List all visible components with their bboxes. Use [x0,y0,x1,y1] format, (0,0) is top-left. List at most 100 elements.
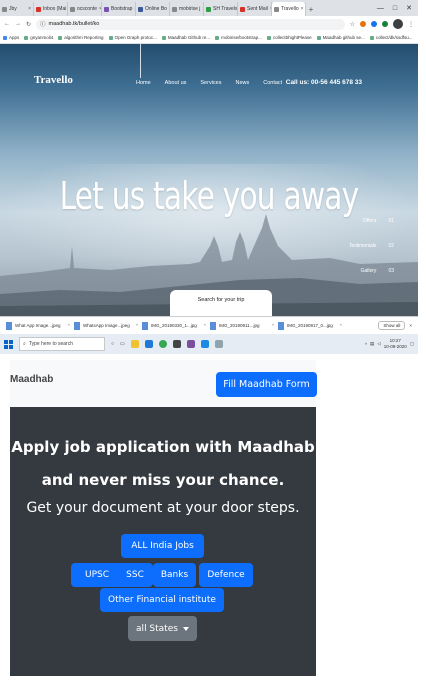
bookmark-item[interactable]: Open Graph protoc... [108,35,157,40]
bookmark-apps[interactable]: Apps [3,35,19,40]
maadhab-navbar: Maadhab Fill Maadhab Form [10,360,317,407]
bookmark-item[interactable]: Maadhab github se... [316,35,365,40]
download-item[interactable]: WhatsApp Image...jpeg ^ [74,321,138,330]
forward-icon[interactable]: → [15,21,21,27]
headline-line-2: and never miss your chance. [41,471,285,489]
cortana-icon[interactable]: ○ [111,341,114,347]
network-icon[interactable]: ▤ [370,341,374,347]
bookmark-item[interactable]: collectbhightPlease [266,35,312,40]
image-file-icon [142,321,148,330]
new-tab-button[interactable]: + [306,2,316,16]
profile-avatar[interactable] [393,19,403,29]
extension-icon[interactable] [382,21,388,27]
close-tab-icon[interactable]: × [28,6,31,12]
browser-tab[interactable]: mobirise j× [170,2,204,16]
minimize-button[interactable]: — [377,5,384,12]
all-india-jobs-button[interactable]: ALL India Jobs [121,534,204,558]
image-file-icon [74,321,80,330]
bookmark-item[interactable]: collect/dk/ssdfsu... [369,35,412,40]
bookmark-item[interactable]: gnyanmoli4 [24,35,53,40]
stat-row[interactable]: Testimonials 02 [349,243,394,249]
browser-tab[interactable]: SH Travels× [204,2,238,16]
star-icon[interactable]: ☆ [350,21,355,28]
screenshot-browser-window: Jby× Inbox (Mai× ocsconte× Bootstrap× On… [0,0,418,356]
volume-icon[interactable]: ◁ [377,341,380,347]
close-tab-icon[interactable]: × [301,6,304,12]
chevron-up-icon[interactable]: ^ [365,342,367,347]
caret-down-icon [182,626,189,631]
vscode-icon[interactable] [144,340,153,348]
tab-favicon-icon [240,6,245,12]
extension-icon[interactable] [360,21,366,27]
browser-tab[interactable]: Online Bo× [136,2,170,16]
search-icon: ⌕ [23,341,26,347]
taskbar-search-input[interactable]: ⌕ Type here to search [19,337,105,351]
nav-divider [140,44,141,78]
bookmark-item[interactable]: algorithm Reporting [58,35,104,40]
window-controls: — □ ✕ [377,0,418,16]
banks-button[interactable]: Banks [153,563,196,587]
download-item[interactable]: IMG_20190330_1...jpg ^ [142,321,206,330]
other-financial-institute-button[interactable]: Other Financial institute [100,588,224,612]
chevron-up-icon: ^ [271,323,274,328]
browser-tab[interactable]: ocsconte × [68,2,102,16]
browser-tab[interactable]: Sent Mail× [238,2,272,16]
browser-tab-active[interactable]: Travello × [272,2,306,16]
app-icon[interactable] [214,340,223,348]
fill-form-button[interactable]: Fill Maadhab Form [216,372,317,397]
windows-start-icon[interactable] [4,339,13,349]
file-explorer-icon[interactable] [130,340,139,348]
subline: Get your document at your door steps. [26,500,300,516]
all-states-dropdown[interactable]: all States [128,616,197,641]
nav-home[interactable]: Home [136,80,151,86]
bookmark-favicon-icon [316,35,321,40]
browser-tab[interactable]: Bootstrap× [102,2,136,16]
download-item[interactable]: IMG_20190911...jpg ^ [210,321,274,330]
ssc-button[interactable]: SSC [117,563,153,587]
tab-favicon-icon [206,6,211,12]
close-icon[interactable]: × [409,323,412,328]
taskbar-clock[interactable]: 10:27 10-09-2020 [384,338,407,350]
bookmark-item[interactable]: Maadhab Github re... [161,35,210,40]
browser-tab[interactable]: Jby × [0,2,34,16]
nav-news[interactable]: News [235,80,249,86]
nav-services[interactable]: Services [200,80,221,86]
show-all-downloads-button[interactable]: Show all [378,321,406,330]
stat-row[interactable]: Gallery 03 [349,268,394,274]
nav-about[interactable]: About us [165,80,187,86]
bookmark-favicon-icon [369,35,374,40]
app-icon[interactable] [200,340,209,348]
address-bar: ← → ↻ ⓘ maadhab.tk/bullet/ko ☆ ⋮ [0,16,418,32]
task-view-icon[interactable]: ▭ [120,341,125,347]
notification-icon[interactable]: ▢ [410,341,414,347]
browser-tab[interactable]: Inbox (Mai× [34,2,68,16]
app-icon[interactable] [186,340,195,348]
close-window-button[interactable]: ✕ [406,4,412,12]
phone-number: Call us: 00-56 445 678 33 [285,79,362,86]
downloads-bar: What App Image...jpeg ^ WhatsApp Image...… [0,316,418,334]
download-item[interactable]: IMG_20190917_0...jpg ^ [278,321,342,330]
site-logo[interactable]: Travello [34,74,73,86]
bookmark-favicon-icon [108,35,113,40]
back-icon[interactable]: ← [4,21,10,27]
tab-favicon-icon [104,6,109,12]
browser-tab-bar: Jby× Inbox (Mai× ocsconte× Bootstrap× On… [0,0,418,16]
search-trip-tab[interactable]: Search for your trip [170,290,272,316]
maadhab-brand[interactable]: Maadhab [10,374,53,385]
url-field[interactable]: ⓘ maadhab.tk/bullet/ko [36,18,345,30]
upsc-button[interactable]: UPSC [71,563,123,587]
extension-icon[interactable] [371,21,377,27]
tab-favicon-icon [172,6,177,12]
bookmark-favicon-icon [161,35,166,40]
download-item[interactable]: What App Image...jpeg ^ [6,321,70,330]
maximize-button[interactable]: □ [393,5,397,12]
app-icon[interactable] [172,340,181,348]
tab-favicon-icon [138,6,143,12]
stat-row[interactable]: Offers 01 [349,218,394,224]
chrome-icon[interactable] [158,340,167,348]
reload-icon[interactable]: ↻ [26,21,31,28]
bookmark-item[interactable]: mobirise/bootstrap... [215,35,262,40]
nav-contact[interactable]: Contact [263,80,282,86]
defence-button[interactable]: Defence [199,563,253,587]
menu-kebab-icon[interactable]: ⋮ [408,21,414,28]
